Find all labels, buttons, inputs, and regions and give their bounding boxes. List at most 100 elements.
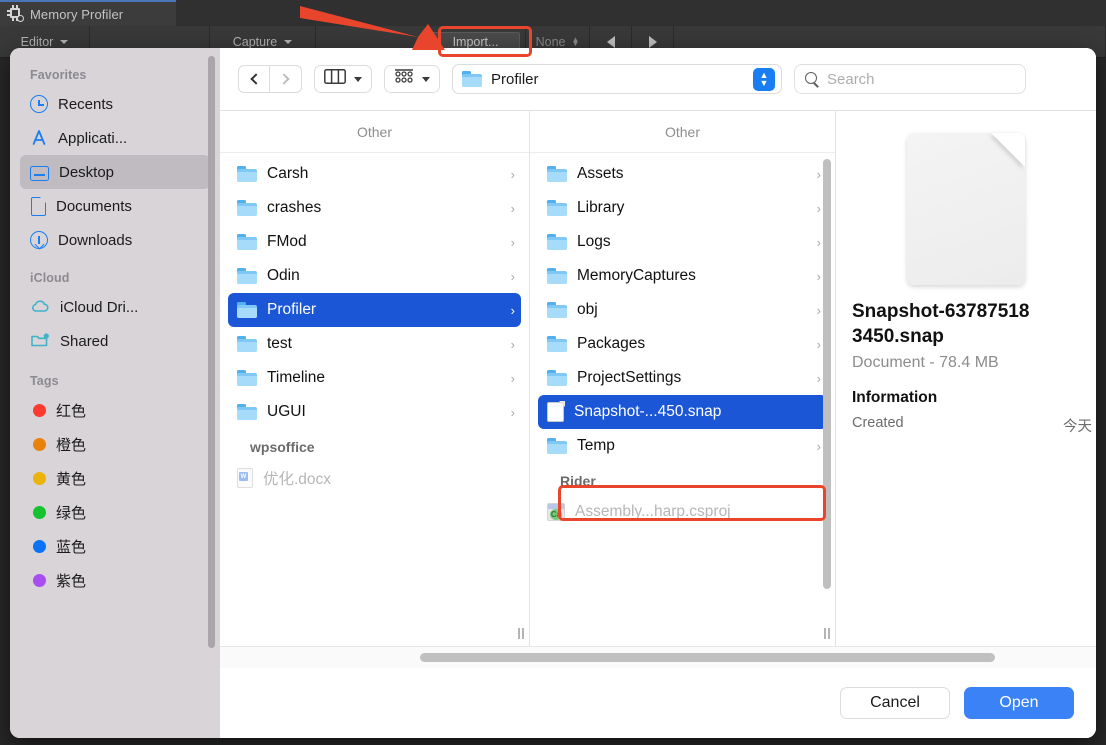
column-resize-handle[interactable] (516, 626, 526, 640)
sidebar-item-label: iCloud Dri... (60, 298, 139, 316)
file-row-ugui[interactable]: UGUI › (228, 395, 521, 429)
sidebar-scrollbar[interactable] (208, 56, 215, 648)
file-row-fmod[interactable]: FMod › (228, 225, 521, 259)
watermark: CSDN @金朔 (1009, 737, 1086, 738)
annotation-arrow-icon (300, 6, 445, 50)
file-row-library[interactable]: Library › (538, 191, 827, 225)
horizontal-scrollbar-thumb[interactable] (420, 653, 995, 662)
file-row-label: Assembly...harp.csproj (575, 503, 731, 520)
group-view-button[interactable] (384, 65, 440, 93)
sidebar-item-recents[interactable]: Recents (20, 87, 210, 121)
preview-title-line2: 3450.snap (852, 326, 944, 347)
chevron-right-icon: › (510, 370, 515, 386)
sidebar-tag-green[interactable]: 绿色 (20, 495, 210, 529)
file-row-assets[interactable]: Assets › (538, 157, 827, 191)
file-row-label: ProjectSettings (577, 369, 682, 386)
column-header: Other (220, 111, 529, 153)
sidebar-tag-orange[interactable]: 橙色 (20, 427, 210, 461)
search-field[interactable]: Search (794, 64, 1026, 94)
sidebar-tag-purple[interactable]: 紫色 (20, 563, 210, 597)
sidebar-item-documents[interactable]: Documents (20, 189, 210, 223)
file-row-obj[interactable]: obj › (538, 293, 827, 327)
folder-icon (237, 166, 257, 182)
sidebar-section-title-icloud: iCloud (30, 271, 70, 285)
sidebar-tag-blue[interactable]: 蓝色 (20, 529, 210, 563)
chevron-right-icon: › (816, 234, 821, 250)
sidebar-item-downloads[interactable]: Downloads (20, 223, 210, 257)
chevron-right-icon (278, 73, 290, 85)
triangle-left-icon (606, 35, 615, 48)
folder-icon (237, 302, 257, 318)
sidebar-item-shared[interactable]: Shared (20, 324, 210, 358)
file-row-label: UGUI (267, 403, 306, 420)
file-row-profiler[interactable]: Profiler › (228, 293, 521, 327)
cancel-button[interactable]: Cancel (840, 687, 950, 719)
column-view-button[interactable] (314, 65, 372, 93)
column-resize-handle[interactable] (822, 626, 832, 640)
column-group-title-wpsoffice: wpsoffice (250, 439, 315, 455)
tab-memory-profiler[interactable]: Memory Profiler (0, 0, 176, 26)
sidebar-tag-label: 绿色 (56, 504, 87, 522)
dialog-footer: Cancel Open CSDN @金朔 (220, 668, 1096, 738)
preview-info-key: Created (852, 415, 904, 431)
chevron-right-icon: › (816, 370, 821, 386)
folder-icon (547, 200, 567, 216)
file-row-snapshot-snap[interactable]: Snapshot-...450.snap (538, 395, 827, 429)
open-file-dialog: Favorites Recents Applicati... Desktop D… (10, 48, 1096, 738)
path-selector[interactable]: Profiler ▲ ▼ (452, 64, 782, 94)
file-row-temp[interactable]: Temp › (538, 429, 827, 463)
file-row-youhua-docx[interactable]: W 优化.docx (228, 461, 521, 495)
column-scrollbar[interactable] (823, 159, 831, 589)
sidebar-tag-yellow[interactable]: 黄色 (20, 461, 210, 495)
file-row-carsh[interactable]: Carsh › (228, 157, 521, 191)
file-row-label: Timeline (267, 369, 325, 386)
sidebar-item-label: Desktop (59, 163, 115, 181)
preview-section-title: Information (852, 389, 938, 406)
chevron-right-icon: › (816, 336, 821, 352)
sidebar-section-title-favorites: Favorites (30, 68, 87, 82)
folder-icon (547, 302, 567, 318)
document-page-icon (907, 133, 1025, 285)
folder-icon (547, 234, 567, 250)
open-button[interactable]: Open (964, 687, 1074, 719)
stepper-updown-icon[interactable]: ▲ ▼ (753, 67, 775, 91)
file-row-label: Odin (267, 267, 300, 284)
folder-icon (547, 370, 567, 386)
file-row-logs[interactable]: Logs › (538, 225, 827, 259)
file-row-crashes[interactable]: crashes › (228, 191, 521, 225)
unity-tab-bar: Memory Profiler (0, 0, 1106, 26)
file-row-packages[interactable]: Packages › (538, 327, 827, 361)
file-row-odin[interactable]: Odin › (228, 259, 521, 293)
file-row-test[interactable]: test › (228, 327, 521, 361)
file-row-memorycaptures[interactable]: MemoryCaptures › (538, 259, 827, 293)
file-icon (547, 401, 565, 422)
tag-color-dot (33, 505, 46, 519)
sidebar-tag-red[interactable]: 红色 (20, 393, 210, 427)
dialog-sidebar: Favorites Recents Applicati... Desktop D… (10, 48, 220, 738)
editor-dropdown-label: Editor (20, 34, 54, 49)
folder-icon (237, 200, 257, 216)
column-group-title-rider: Rider (560, 473, 596, 489)
back-button[interactable] (238, 65, 270, 93)
sidebar-item-applications[interactable]: Applicati... (20, 121, 210, 155)
file-row-assembly-csproj[interactable]: C# Assembly...harp.csproj (538, 495, 827, 529)
preview-info: Snapshot-63787518 3450.snap Document - 7… (836, 285, 1096, 436)
file-row-label: 优化.docx (263, 471, 332, 488)
folder-icon (547, 166, 567, 182)
sidebar-item-label: Applicati... (58, 129, 128, 147)
file-row-projectsettings[interactable]: ProjectSettings › (538, 361, 827, 395)
applications-icon (30, 129, 48, 147)
forward-button[interactable] (270, 65, 302, 93)
chevron-right-icon: › (510, 302, 515, 318)
chevron-right-icon: › (816, 200, 821, 216)
horizontal-scrollbar-track[interactable] (220, 646, 1096, 668)
column-list: Assets › Library › Logs › MemoryCaptures… (530, 153, 835, 646)
preview-info-value: 今天 (1063, 419, 1092, 435)
snapshot-select-label: None (535, 34, 566, 49)
sidebar-item-icloud-drive[interactable]: iCloud Dri... (20, 290, 210, 324)
open-button-label: Open (999, 694, 1039, 711)
stepper-updown-icon: ▲ ▼ (571, 34, 580, 48)
sidebar-item-desktop[interactable]: Desktop (20, 155, 210, 189)
file-row-timeline[interactable]: Timeline › (228, 361, 521, 395)
folder-icon (237, 404, 257, 420)
